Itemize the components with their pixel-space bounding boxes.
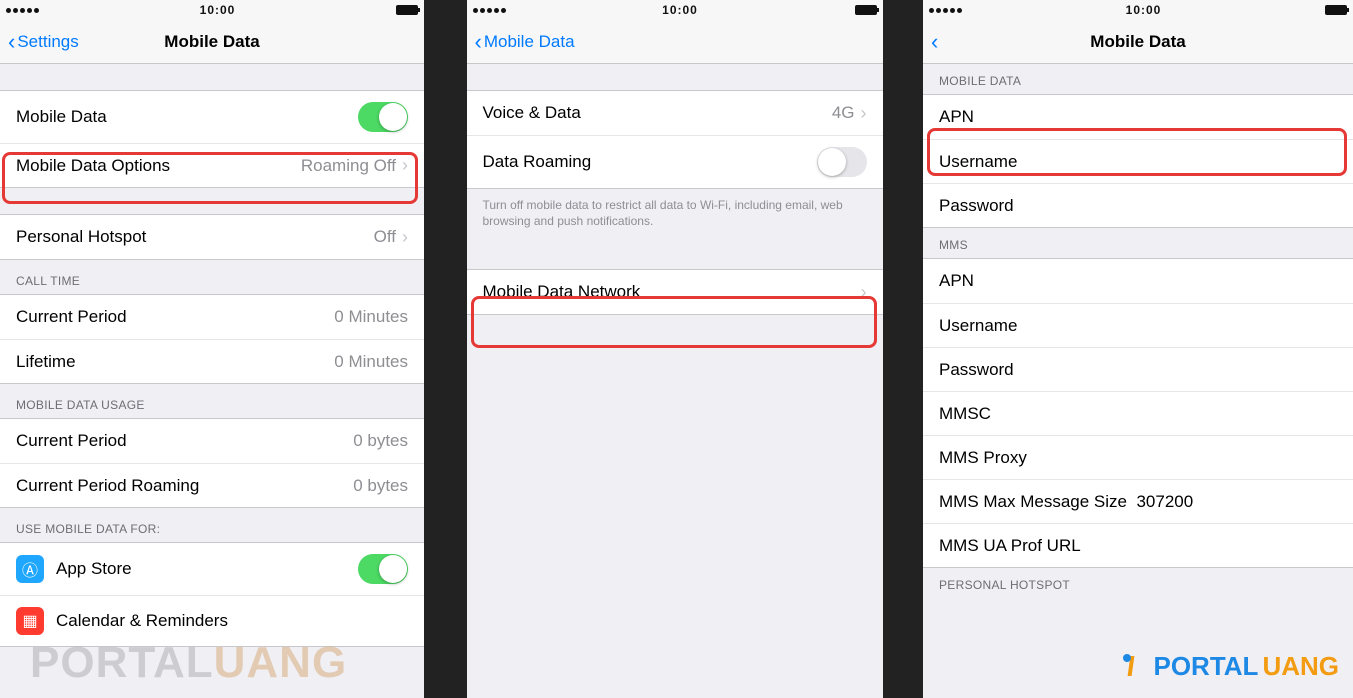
mms-section-header: MMS [923,228,1353,258]
usage-roaming-value: 0 bytes [353,476,408,496]
data-roaming-footer: Turn off mobile data to restrict all dat… [467,189,883,243]
mms-max-label: MMS Max Message Size [939,492,1127,511]
mobile-data-usage-header: MOBILE DATA USAGE [0,384,424,418]
chevron-left-icon: ‹ [475,31,482,53]
back-label: Settings [17,32,78,52]
mmsc-row[interactable]: MMSC [923,391,1353,435]
screen-2: 10:00 ‹ Mobile Data Voice & Data 4G › Da… [467,0,883,698]
status-time: 10:00 [962,3,1325,17]
current-period-row: Current Period 0 Minutes [0,295,424,339]
password-label: Password [939,196,1014,216]
nav-bar: ‹ Mobile Data [467,20,883,64]
back-button[interactable]: ‹ Mobile Data [475,31,575,53]
chevron-right-icon: › [402,227,408,248]
chevron-right-icon: › [402,155,408,176]
mms-proxy-row[interactable]: MMS Proxy [923,435,1353,479]
status-time: 10:00 [506,3,855,17]
calendar-icon: ▦ [16,607,44,635]
mobile-data-network-row[interactable]: Mobile Data Network › [467,270,883,314]
battery-icon [855,5,877,15]
usage-current-row: Current Period 0 bytes [0,419,424,463]
mms-username-row[interactable]: Username [923,303,1353,347]
mobile-data-options-label: Mobile Data Options [16,156,170,176]
call-time-header: CALL TIME [0,260,424,294]
mms-password-label: Password [939,360,1014,380]
lifetime-value: 0 Minutes [334,352,408,372]
chevron-right-icon: › [861,103,867,124]
back-button[interactable]: ‹ Settings [8,31,79,53]
signal-dots-icon [6,8,39,13]
lifetime-label: Lifetime [16,352,76,372]
mmsc-label: MMSC [939,404,991,424]
password-row[interactable]: Password [923,183,1353,227]
app-store-icon: Ⓐ [16,555,44,583]
mms-apn-row[interactable]: APN [923,259,1353,303]
app-store-label: App Store [56,559,132,579]
chevron-right-icon: › [861,282,867,303]
nav-bar: ‹ Settings Mobile Data [0,20,424,64]
personal-hotspot-section-header: PERSONAL HOTSPOT [923,568,1353,598]
mms-ua-prof-label: MMS UA Prof URL [939,536,1081,556]
mobile-data-network-label: Mobile Data Network [483,282,641,302]
signal-dots-icon [473,8,506,13]
mms-max-row[interactable]: MMS Max Message Size 307200 [923,479,1353,523]
nav-bar: ‹ Mobile Data [923,20,1353,64]
mobile-data-options-value: Roaming Off [301,156,396,176]
lifetime-row: Lifetime 0 Minutes [0,339,424,383]
usage-current-label: Current Period [16,431,127,451]
username-row[interactable]: Username [923,139,1353,183]
personal-hotspot-label: Personal Hotspot [16,227,146,247]
username-label: Username [939,152,1017,172]
back-label: Mobile Data [484,32,575,52]
use-mobile-data-for-header: USE MOBILE DATA FOR: [0,508,424,542]
calendar-row[interactable]: ▦ Calendar & Reminders [0,595,424,646]
mms-password-row[interactable]: Password [923,347,1353,391]
status-bar: 10:00 [0,0,424,20]
voice-data-value: 4G [832,103,855,123]
mms-ua-prof-row[interactable]: MMS UA Prof URL [923,523,1353,567]
voice-data-row[interactable]: Voice & Data 4G › [467,91,883,135]
battery-icon [396,5,418,15]
mobile-data-section-header: MOBILE DATA [923,64,1353,94]
mobile-data-switch[interactable] [358,102,408,132]
usage-roaming-label: Current Period Roaming [16,476,199,496]
screen-3: 10:00 ‹ Mobile Data MOBILE DATA APN User… [923,0,1353,698]
chevron-left-icon: ‹ [931,31,938,53]
calendar-label: Calendar & Reminders [56,611,228,631]
mms-proxy-label: MMS Proxy [939,448,1027,468]
signal-dots-icon [929,8,962,13]
usage-current-value: 0 bytes [353,431,408,451]
personal-hotspot-row[interactable]: Personal Hotspot Off › [0,215,424,259]
mms-max-value: 307200 [1136,492,1193,511]
status-bar: 10:00 [923,0,1353,20]
app-store-switch[interactable] [358,554,408,584]
current-period-value: 0 Minutes [334,307,408,327]
screen-1: 10:00 ‹ Settings Mobile Data Mobile Data… [0,0,424,698]
apn-row[interactable]: APN [923,95,1353,139]
back-button[interactable]: ‹ [931,31,938,53]
mms-username-label: Username [939,316,1017,336]
app-store-row[interactable]: Ⓐ App Store [0,543,424,595]
mobile-data-label: Mobile Data [16,107,107,127]
mobile-data-options-row[interactable]: Mobile Data Options Roaming Off › [0,143,424,187]
data-roaming-switch[interactable] [817,147,867,177]
personal-hotspot-value: Off [374,227,396,247]
voice-data-label: Voice & Data [483,103,581,123]
chevron-left-icon: ‹ [8,31,15,53]
status-bar: 10:00 [467,0,883,20]
battery-icon [1325,5,1347,15]
current-period-label: Current Period [16,307,127,327]
mobile-data-row[interactable]: Mobile Data [0,91,424,143]
status-time: 10:00 [39,3,396,17]
usage-roaming-row: Current Period Roaming 0 bytes [0,463,424,507]
mms-apn-label: APN [939,271,974,291]
data-roaming-row[interactable]: Data Roaming [467,135,883,188]
page-title: Mobile Data [923,32,1353,52]
apn-label: APN [939,107,974,127]
data-roaming-label: Data Roaming [483,152,592,172]
